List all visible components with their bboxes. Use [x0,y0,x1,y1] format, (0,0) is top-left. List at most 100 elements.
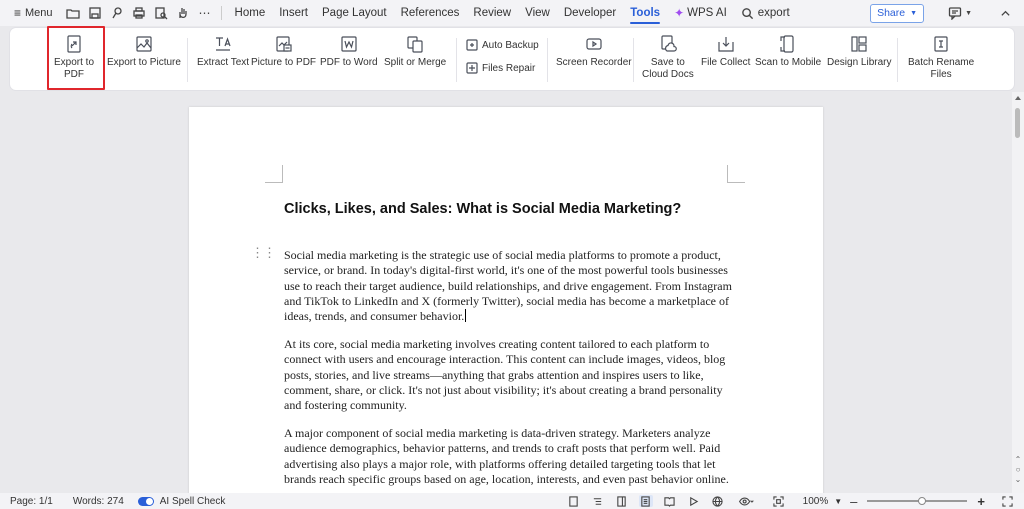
tab-references[interactable]: References [394,0,467,26]
zoom-slider-knob[interactable] [918,497,927,505]
design-library-button[interactable]: Design Library [827,34,891,69]
tab-page-layout[interactable]: Page Layout [315,0,394,26]
split-merge-icon [407,36,423,53]
file-collect-icon [718,37,734,52]
hand-icon[interactable] [173,3,193,23]
split-or-merge-button[interactable]: Split or Merge [384,34,446,69]
scroll-next-icon[interactable]: ⌄ [1014,476,1022,484]
more-icon[interactable]: ⋯ [195,3,215,23]
menu-button[interactable]: ≡ Menu [0,0,59,26]
paragraph-drag-handle-icon[interactable]: ⋮⋮ [251,246,276,259]
paragraph[interactable]: At its core, social media marketing invo… [284,337,734,413]
word-count[interactable]: Words: 274 [59,496,130,507]
files-repair-icon [466,62,478,74]
zoom-slider[interactable] [867,497,968,505]
tab-view[interactable]: View [518,0,557,26]
divider [220,6,222,20]
scroll-up-icon[interactable] [1015,96,1021,100]
tab-home[interactable]: Home [228,0,273,26]
chevron-down-icon: ▼ [965,9,972,17]
auto-backup-icon [466,39,478,51]
extract-text-button[interactable]: Extract Text [197,34,249,69]
picture-to-pdf-icon [275,36,292,52]
collapse-ribbon-button[interactable] [998,6,1012,20]
command-search[interactable]: export [734,7,797,20]
ribbon-divider [456,38,457,82]
pdf-to-word-icon [341,36,357,52]
dual-page-icon[interactable] [663,495,677,507]
tab-review[interactable]: Review [466,0,518,26]
margin-marker [727,165,745,183]
document-page[interactable]: Clicks, Likes, and Sales: What is Social… [189,107,823,493]
page-view-icon[interactable] [638,495,653,507]
save-to-cloud-docs-button[interactable]: Save to Cloud Docs [642,34,694,81]
tab-tools[interactable]: Tools [623,0,667,26]
document-canvas[interactable]: Clicks, Likes, and Sales: What is Social… [0,92,1010,493]
search-icon [741,7,753,19]
batch-rename-icon [934,36,948,52]
wps-ai-label: WPS AI [687,7,727,19]
ribbon-divider [633,38,634,82]
globe-icon[interactable] [711,495,725,507]
ribbon-divider [897,38,898,82]
status-bar: Page: 1/1 Words: 274 AI Spell Check 100%… [0,493,1024,509]
comment-button[interactable]: ▼ [948,6,972,20]
print-preview-icon[interactable] [151,3,171,23]
quick-access-toolbar: ⋯ [59,3,215,23]
screen-recorder-icon [586,38,602,50]
paragraph[interactable]: Social media marketing is the strategic … [284,248,734,324]
outline-view-icon[interactable] [591,495,605,507]
scroll-select-icon[interactable]: ○ [1014,466,1022,474]
open-folder-icon[interactable] [63,3,83,23]
tab-developer[interactable]: Developer [557,0,623,26]
design-library-icon [851,36,867,52]
fullscreen-icon[interactable] [1000,495,1014,507]
zoom-in-icon[interactable]: + [977,494,985,509]
scroll-previous-icon[interactable]: ⌃ [1014,456,1022,464]
zoom-out-icon[interactable]: – [850,494,857,509]
zoom-level[interactable]: 100% [791,496,835,507]
file-collect-button[interactable]: File Collect [701,34,750,69]
tab-insert[interactable]: Insert [272,0,315,26]
fit-window-icon[interactable] [772,495,786,507]
hamburger-icon: ≡ [14,6,22,20]
export-picture-icon [136,36,152,52]
share-button[interactable]: Share ▼ [870,3,925,23]
save-icon[interactable] [85,3,105,23]
picture-to-pdf-button[interactable]: Picture to PDF [251,34,316,69]
page-count[interactable]: Page: 1/1 [0,496,59,507]
export-to-pdf-highlight [47,26,105,90]
scan-to-mobile-button[interactable]: Scan to Mobile [755,34,821,69]
menu-label: Menu [25,7,53,19]
batch-rename-files-button[interactable]: Batch Rename Files [908,34,974,81]
zoom-dropdown-icon[interactable]: ▼ [834,497,842,506]
share-label: Share [877,7,906,19]
text-cursor [465,309,467,323]
document-heading[interactable]: Clicks, Likes, and Sales: What is Social… [284,201,681,217]
eye-protection-icon[interactable] [735,495,757,507]
spell-check-toggle[interactable] [137,496,154,506]
view-controls: 100% ▼ – + [562,493,1024,509]
chevron-down-icon: ▼ [910,9,918,17]
play-icon[interactable] [687,495,701,507]
pdf-to-word-button[interactable]: PDF to Word [320,34,378,69]
margin-marker [265,165,283,183]
export-to-picture-button[interactable]: Export to Picture [107,34,181,69]
spell-check-label: AI Spell Check [159,495,226,507]
vertical-scrollbar[interactable]: ⌃ ○ ⌄ [1012,92,1024,493]
reading-mode-icon[interactable] [615,495,629,507]
ribbon-divider [547,38,548,82]
scroll-thumb[interactable] [1015,108,1020,138]
paragraph[interactable]: A major component of social media market… [284,426,734,487]
web-layout-icon[interactable] [567,495,581,507]
ribbon-divider [187,38,188,82]
auto-backup-button[interactable]: Auto Backup [465,38,539,52]
format-painter-icon[interactable] [107,3,127,23]
files-repair-button[interactable]: Files Repair [465,61,535,75]
tab-wps-ai[interactable]: ✦ WPS AI [667,0,734,26]
print-icon[interactable] [129,3,149,23]
screen-recorder-button[interactable]: Screen Recorder [556,34,632,69]
sparkle-icon: ✦ [674,6,685,20]
title-bar: ≡ Menu ⋯ Home Insert Page Layout Referen… [0,0,1024,26]
scan-mobile-icon [780,35,794,53]
